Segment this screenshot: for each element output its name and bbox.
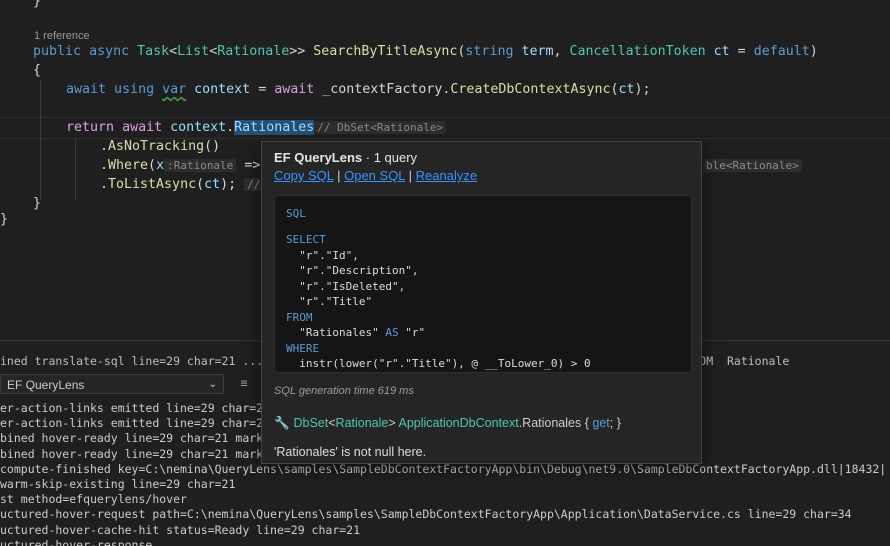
output-line: warm-skip-existing line=29 char=21 — [0, 476, 236, 491]
inlay-param-hint: :Rationale — [164, 159, 237, 172]
sql-line: FROM — [286, 310, 313, 324]
sql-line: "Rationales" AS "r" — [286, 326, 426, 339]
selected-rationales[interactable]: Rationales — [234, 120, 315, 135]
code-line-brace[interactable]: } — [33, 0, 41, 12]
sql-line: "r"."IsDeleted", — [286, 279, 406, 293]
sql-line: "r"."Id", — [286, 248, 359, 262]
sql-code-block[interactable]: SQL SELECT "r"."Id", "r"."Description", … — [274, 195, 692, 373]
clear-output-icon[interactable]: ≡ — [236, 375, 252, 391]
inlay-type-hint: // DbSet<Rationale> — [314, 121, 447, 134]
chevron-down-icon: ⌄ — [208, 379, 217, 390]
code-line-method-signature[interactable]: public async Task<List<Rationale>> Searc… — [33, 42, 818, 62]
var-keyword-warning[interactable]: var — [162, 82, 186, 97]
hover-title: EF QueryLens · 1 query — [274, 150, 418, 165]
output-source-select[interactable]: EF QueryLens ⌄ — [0, 374, 224, 394]
output-line: uctured-hover-request path=C:\nemina\Que… — [0, 507, 852, 522]
output-line: compute-finished key=C:\nemina\QueryLens… — [0, 461, 887, 476]
indent-guide — [40, 80, 41, 200]
sql-language-label: SQL — [286, 207, 306, 220]
output-line: uctured-hover-cache-hit status=Ready lin… — [0, 522, 361, 537]
hover-actions: Copy SQL | Open SQL | Reanalyze — [274, 168, 478, 183]
sql-line: WHERE — [286, 341, 320, 355]
sql-line: SELECT — [286, 233, 326, 246]
sql-generation-time: SQL generation time 619 ms — [274, 385, 414, 397]
code-line-return[interactable]: return await context.Rationales// DbSet<… — [66, 118, 447, 138]
member-signature: 🔧 DbSet<Rationale> ApplicationDbContext.… — [274, 416, 621, 430]
code-line-await-using[interactable]: await using var context = await _context… — [66, 80, 651, 100]
sql-line: "r"."Title" — [286, 295, 373, 308]
sql-line: "r"."Description", — [286, 264, 419, 277]
output-line: st method=efquerylens/hover — [0, 492, 187, 507]
copy-sql-link[interactable]: Copy SQL — [274, 168, 334, 183]
code-line-open-brace[interactable]: { — [33, 61, 41, 81]
code-line-tolistasync[interactable]: .ToListAsync(ct); // — [100, 175, 264, 195]
nullability-note: 'Rationales' is not null here. — [274, 445, 427, 459]
inlay-return-hint-tail: ble<Rationale> — [703, 156, 802, 176]
indent-guide — [75, 140, 76, 200]
code-line-where[interactable]: .Where(x:Rationale => — [100, 156, 260, 176]
reanalyze-link[interactable]: Reanalyze — [416, 168, 477, 183]
wrench-icon: 🔧 — [274, 416, 290, 430]
method-name[interactable]: SearchByTitleAsync — [313, 44, 457, 59]
open-sql-link[interactable]: Open SQL — [344, 168, 405, 183]
code-line-close-brace[interactable]: } — [33, 194, 41, 214]
code-line-close-class[interactable]: } — [0, 210, 8, 230]
efquerylens-hover-card[interactable]: EF QueryLens · 1 query Copy SQL | Open S… — [261, 141, 702, 464]
code-line-asnotracking[interactable]: .AsNoTracking() — [100, 137, 220, 157]
sql-line: instr(lower("r"."Title"), @ __ToLower_0)… — [286, 357, 591, 370]
